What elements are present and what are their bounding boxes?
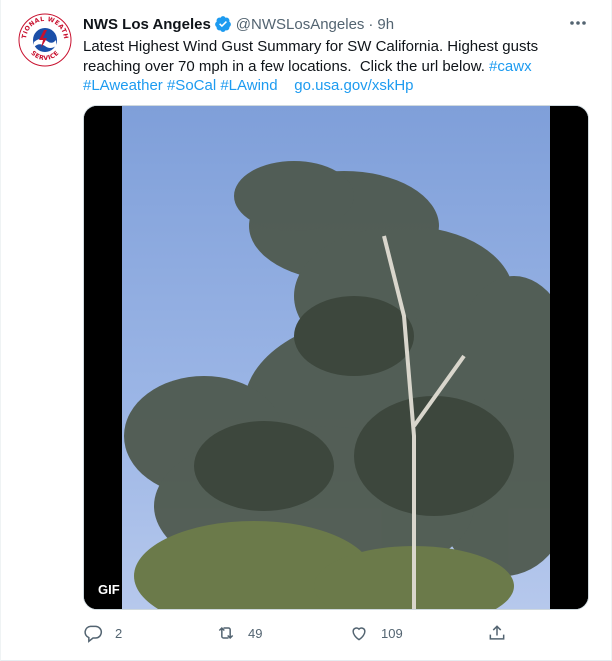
gif-badge: GIF [98, 582, 120, 597]
reply-button[interactable]: 2 [83, 622, 122, 644]
like-button[interactable]: 109 [349, 622, 403, 644]
hashtag-laweather[interactable]: #LAweather [83, 77, 163, 94]
verified-badge-icon [214, 15, 232, 33]
tweet-card[interactable]: NATIONAL WEATHER SERVICE NWS Los Angeles… [0, 0, 612, 661]
tweet-header: NWS Los Angeles @NWSLosAngeles · 9h [83, 14, 394, 34]
heart-icon [352, 627, 366, 641]
tweet-text-line-2: reaching over 70 mph in a few locations.… [83, 57, 490, 75]
display-name[interactable]: NWS Los Angeles [83, 16, 211, 33]
more-options-button[interactable] [567, 12, 589, 34]
tweet-media-gif[interactable]: GIF [83, 105, 589, 610]
avatar[interactable]: NATIONAL WEATHER SERVICE [17, 12, 73, 68]
reply-count: 2 [115, 625, 123, 641]
more-dots-icon [570, 21, 586, 25]
nws-logo-icon: NATIONAL WEATHER SERVICE [17, 12, 73, 68]
share-button[interactable] [487, 622, 507, 644]
hashtag-cawx[interactable]: #cawx [489, 58, 532, 75]
retweet-icon [218, 626, 234, 640]
timestamp[interactable]: 9h [377, 16, 394, 33]
retweet-count: 49 [248, 625, 263, 641]
tweet-link[interactable]: go.usa.gov/xskHp [294, 77, 413, 94]
tweet-text-line-1: Latest Highest Wind Gust Summary for SW … [83, 38, 539, 55]
share-icon [489, 625, 505, 640]
tweet-actions: 2 49 109 [83, 622, 523, 644]
tweet-text: Latest Highest Wind Gust Summary for SW … [83, 37, 538, 96]
separator-dot: · [368, 15, 374, 33]
hashtag-lawind[interactable]: #LAwind [220, 77, 277, 94]
retweet-button[interactable]: 49 [216, 622, 262, 644]
wind-blown-trees-image [84, 106, 588, 609]
like-count: 109 [381, 625, 403, 641]
reply-icon [84, 625, 103, 643]
handle[interactable]: @NWSLosAngeles [236, 16, 365, 33]
hashtag-socal[interactable]: #SoCal [167, 77, 216, 94]
